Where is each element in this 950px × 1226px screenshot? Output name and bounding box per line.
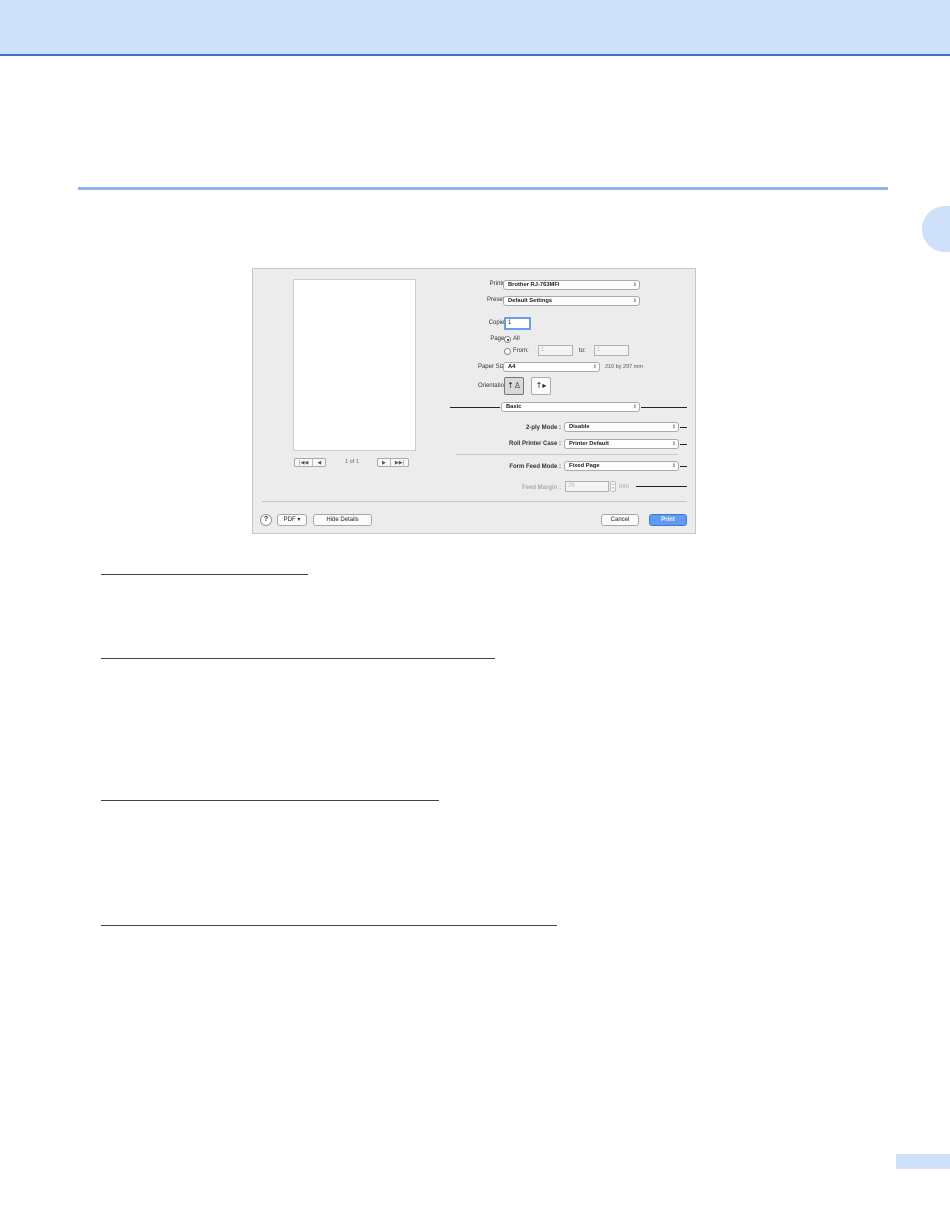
callout-line [641,407,687,408]
pages-to-input[interactable]: 1 [594,345,629,356]
heading-underline [101,800,439,801]
feed-margin-label: Feed Margin : [521,485,561,491]
printer-value: Brother RJ-763MFi [508,282,560,288]
landscape-orientation-button[interactable]: ↑▸ [531,377,551,395]
pages-all-radio[interactable] [504,336,511,343]
feed-margin-unit: mm [619,484,629,490]
heading-underline [101,925,557,926]
hide-details-button[interactable]: Hide Details [313,514,372,526]
preview-forward-controls: ▶ ▶▶| [377,458,410,467]
first-page-button[interactable]: |◀◀ [295,459,312,466]
pages-all-label: All [513,336,520,342]
feed-margin-stepper[interactable]: ▲ ▼ [610,481,616,492]
two-ply-mode-label: 2-ply Mode : [525,425,561,431]
next-page-button[interactable]: ▶ [378,459,390,466]
popup-arrows-icon: ⇕ [632,282,637,288]
printer-select[interactable]: Brother RJ-763MFi ⇕ [503,280,640,290]
portrait-orientation-button[interactable]: ↑♙ [504,377,524,395]
form-feed-mode-select[interactable]: Fixed Page ⇕ [564,461,679,471]
page-counter: 1 of 1 [345,459,359,465]
print-dialog: |◀◀ ◀ 1 of 1 ▶ ▶▶| Printer: Brother RJ-7… [252,268,696,534]
preview-back-controls: |◀◀ ◀ [294,458,327,467]
callout-line [680,466,687,467]
popup-arrows-icon: ⇕ [632,404,637,410]
roll-printer-case-select[interactable]: Printer Default ⇕ [564,439,679,449]
pages-range-radio[interactable] [504,348,511,355]
callout-line [636,486,687,487]
paper-size-select[interactable]: A4 ⇕ [503,362,600,372]
heading-underline [101,658,495,659]
cancel-button[interactable]: Cancel [601,514,639,526]
callout-line [450,407,500,408]
pdf-menu-button[interactable]: PDF ▾ [277,514,307,526]
footer-divider [262,501,687,502]
last-page-button[interactable]: ▶▶| [389,459,408,466]
form-feed-mode-label: Form Feed Mode : [509,464,561,470]
presets-value: Default Settings [508,298,553,304]
pages-to-label: to: [579,348,586,354]
popup-arrows-icon: ⇕ [671,424,676,430]
landscape-icon: ↑▸ [535,381,547,390]
pages-from-input[interactable]: 1 [538,345,573,356]
two-ply-mode-value: Disable [569,424,590,430]
paper-size-value: A4 [508,364,516,370]
previous-page-button[interactable]: ◀ [312,459,325,466]
two-ply-mode-select[interactable]: Disable ⇕ [564,422,679,432]
roll-printer-case-label: Roll Printer Case : [508,441,561,447]
header-band [0,0,950,56]
roll-printer-case-value: Printer Default [569,441,609,447]
print-preview-page [293,279,416,451]
feed-margin-input[interactable]: 26 [565,481,609,492]
print-button[interactable]: Print [649,514,687,526]
callout-line [680,427,687,428]
heading-underline [101,574,308,575]
page-number-box [896,1154,950,1169]
panel-menu-value: Basic [506,404,522,410]
popup-arrows-icon: ⇕ [671,463,676,469]
popup-arrows-icon: ⇕ [632,298,637,304]
portrait-icon: ↑♙ [507,381,521,390]
paper-dimensions: 210 by 297 mm [605,364,643,370]
section-divider [78,187,888,190]
settings-divider [456,454,678,455]
popup-arrows-icon: ⇕ [671,441,676,447]
popup-arrows-icon: ⇕ [592,364,597,370]
copies-input[interactable]: 1 [504,317,531,330]
callout-line [680,444,687,445]
form-feed-mode-value: Fixed Page [569,463,600,469]
help-button[interactable]: ? [260,514,272,526]
chapter-tab [922,206,950,252]
panel-menu-select[interactable]: Basic ⇕ [501,402,640,412]
presets-select[interactable]: Default Settings ⇕ [503,296,640,306]
pages-from-label: From: [513,348,529,354]
